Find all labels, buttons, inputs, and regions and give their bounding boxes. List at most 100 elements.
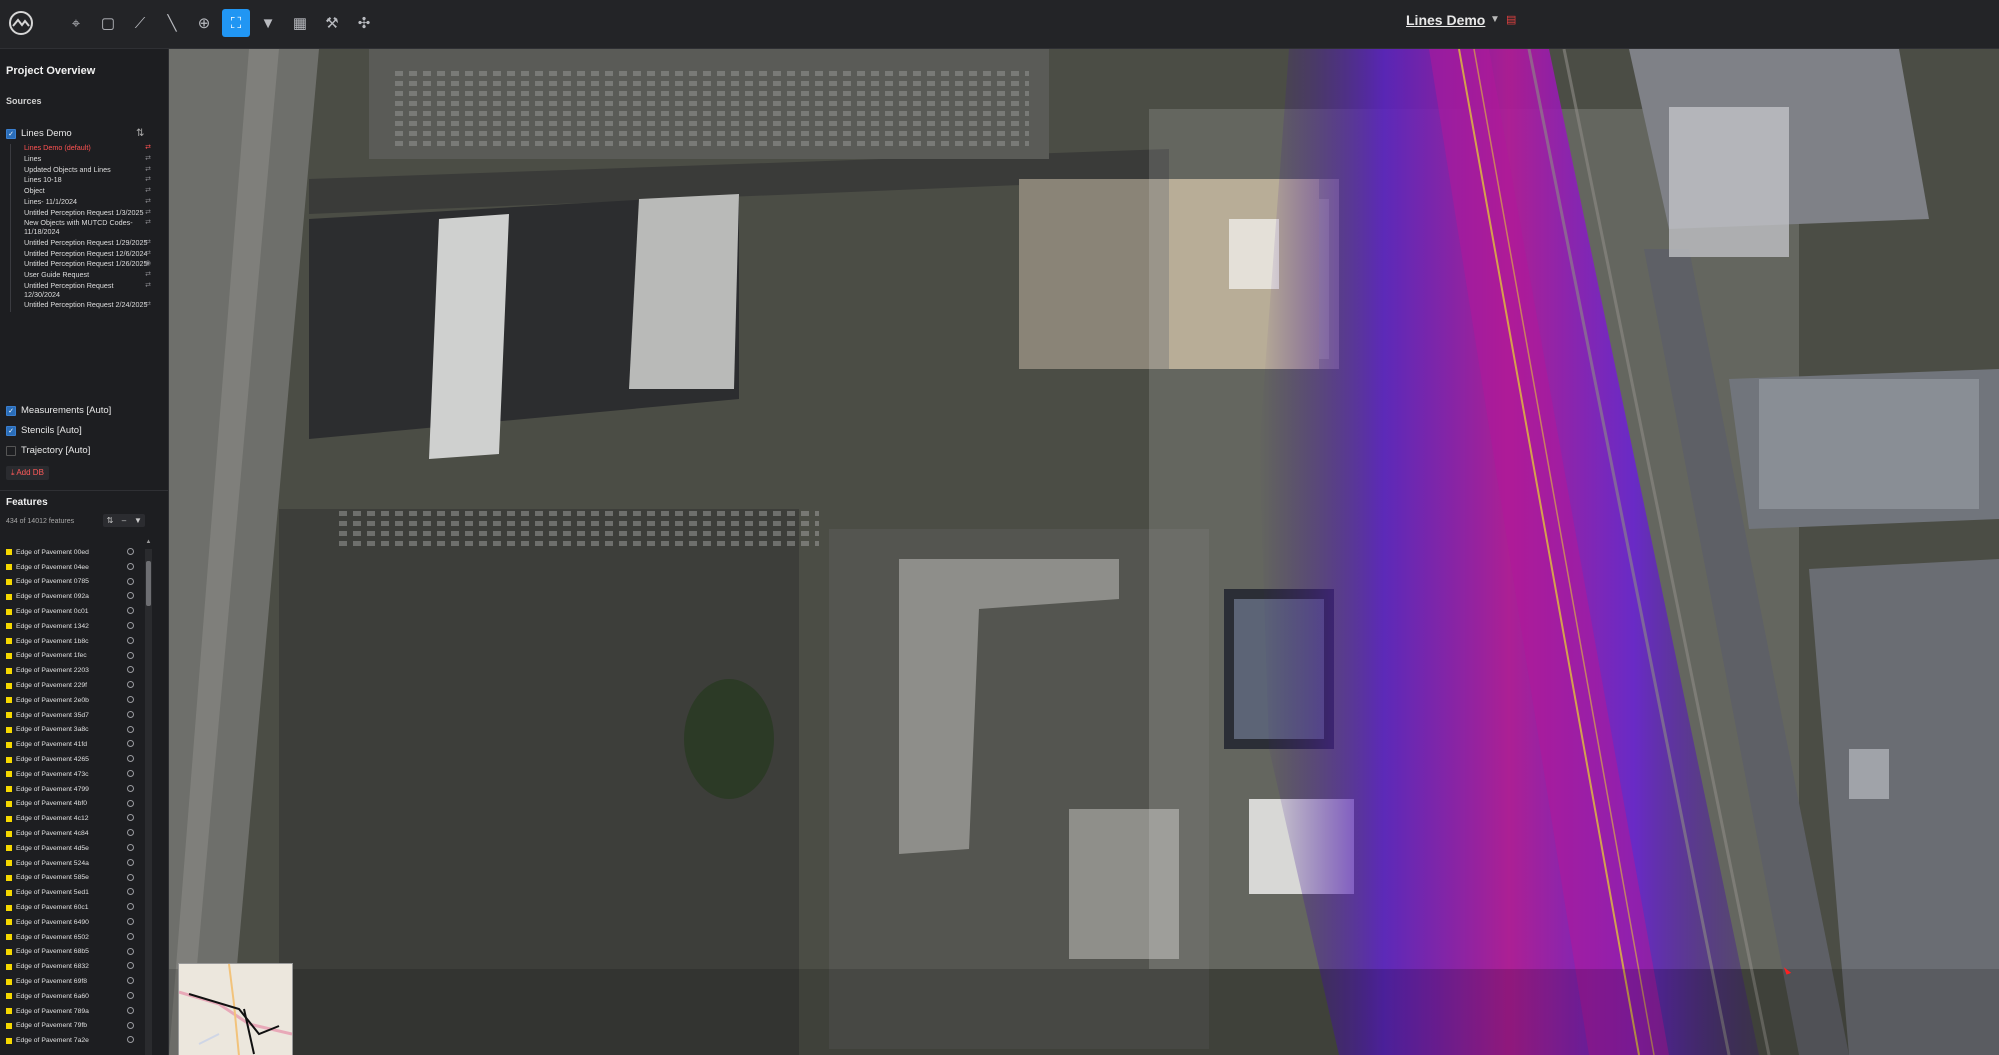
- visibility-icon[interactable]: [127, 725, 134, 733]
- source-trajectory[interactable]: Trajectory [Auto]: [6, 445, 90, 456]
- feature-row[interactable]: Edge of Pavement 4c84: [6, 826, 134, 841]
- scroll-thumb[interactable]: [146, 561, 151, 606]
- visibility-icon[interactable]: [127, 932, 134, 940]
- visibility-icon[interactable]: [127, 607, 134, 615]
- checkbox-icon[interactable]: [6, 445, 16, 456]
- pin-icon[interactable]: ⌖: [62, 9, 90, 37]
- tree-item[interactable]: Lines- 11/1/2024 ⇄: [11, 197, 151, 207]
- feature-row[interactable]: Edge of Pavement 4799: [6, 782, 134, 797]
- visibility-icon[interactable]: [127, 681, 134, 689]
- visibility-icon[interactable]: [127, 666, 134, 674]
- feature-row[interactable]: Edge of Pavement 6832: [6, 959, 134, 974]
- feature-row[interactable]: Edge of Pavement 60c1: [6, 900, 134, 915]
- link-icon[interactable]: ⇄: [145, 144, 151, 153]
- feature-row[interactable]: Edge of Pavement 229f: [6, 678, 134, 693]
- sort-icon[interactable]: ⇅: [103, 514, 117, 527]
- visibility-icon[interactable]: [127, 977, 134, 985]
- feature-row[interactable]: Edge of Pavement 41fd: [6, 737, 134, 752]
- feature-row[interactable]: Edge of Pavement 2203: [6, 663, 134, 678]
- visibility-icon[interactable]: [127, 1006, 134, 1014]
- feature-row[interactable]: Edge of Pavement 00ed: [6, 545, 134, 560]
- map-viewport[interactable]: [169, 49, 1999, 1055]
- project-title[interactable]: Lines Demo: [1406, 12, 1485, 28]
- visibility-icon[interactable]: [127, 755, 134, 763]
- visibility-icon[interactable]: [127, 858, 134, 866]
- visibility-icon[interactable]: [127, 799, 134, 807]
- feature-row[interactable]: Edge of Pavement 585e: [6, 871, 134, 886]
- square-icon[interactable]: ▢: [94, 9, 122, 37]
- visibility-icon[interactable]: [127, 873, 134, 881]
- sort-icon[interactable]: ⇅: [136, 128, 144, 139]
- feature-row[interactable]: Edge of Pavement 35d7: [6, 708, 134, 723]
- tree-item[interactable]: Untitled Perception Request 12/30/2024 ⇄: [11, 281, 151, 299]
- link-icon[interactable]: ⇄: [145, 239, 151, 248]
- feature-row[interactable]: Edge of Pavement 6502: [6, 930, 134, 945]
- tree-item[interactable]: Untitled Perception Request 1/29/2025 ⇄: [11, 238, 151, 248]
- visibility-icon[interactable]: [127, 548, 134, 555]
- checkbox-icon[interactable]: ✓: [6, 128, 16, 139]
- tree-item[interactable]: Lines Demo (default) ⇄: [11, 143, 151, 153]
- grid-icon[interactable]: ▦: [286, 9, 314, 37]
- flashlight-icon[interactable]: ▼: [254, 9, 282, 37]
- feature-row[interactable]: Edge of Pavement 1fec: [6, 649, 134, 664]
- fullscreen-icon[interactable]: ⛶: [222, 9, 250, 37]
- feature-row[interactable]: Edge of Pavement 69f8: [6, 974, 134, 989]
- visibility-icon[interactable]: [127, 829, 134, 837]
- feature-row[interactable]: Edge of Pavement 6a60: [6, 989, 134, 1004]
- visibility-icon[interactable]: [127, 947, 134, 955]
- tree-item[interactable]: Lines ⇄: [11, 154, 151, 164]
- tree-item[interactable]: Updated Objects and Lines ⇄: [11, 165, 151, 175]
- scroll-up-icon[interactable]: ▲: [145, 539, 152, 545]
- feature-row[interactable]: Edge of Pavement 3a8c: [6, 723, 134, 738]
- visibility-icon[interactable]: [127, 814, 134, 822]
- visibility-icon[interactable]: [127, 991, 134, 999]
- feature-row[interactable]: Edge of Pavement 5ed1: [6, 885, 134, 900]
- tree-item[interactable]: Untitled Perception Request 1/3/2025 ⇄: [11, 208, 151, 218]
- feature-row[interactable]: Edge of Pavement 1b8c: [6, 634, 134, 649]
- app-logo-icon[interactable]: [6, 8, 36, 38]
- visibility-icon[interactable]: [127, 621, 134, 629]
- document-icon[interactable]: ▤: [1506, 13, 1516, 26]
- checkbox-icon[interactable]: ✓: [6, 425, 16, 436]
- feature-row[interactable]: Edge of Pavement 4265: [6, 752, 134, 767]
- target-icon[interactable]: ⊕: [190, 9, 218, 37]
- source-stencils[interactable]: ✓ Stencils [Auto]: [6, 425, 82, 436]
- feature-row[interactable]: Edge of Pavement 4c12: [6, 811, 134, 826]
- feature-row[interactable]: Edge of Pavement 0c01: [6, 604, 134, 619]
- link-icon[interactable]: ⇄: [145, 301, 151, 310]
- visibility-icon[interactable]: [127, 651, 134, 659]
- chevron-down-icon[interactable]: ▼: [1490, 14, 1500, 25]
- visibility-icon[interactable]: [127, 1021, 134, 1029]
- eye-icon[interactable]: ◉: [145, 260, 151, 269]
- visibility-icon[interactable]: [127, 769, 134, 777]
- link-icon[interactable]: ⇄: [145, 187, 151, 196]
- link-icon[interactable]: ⇄: [145, 198, 151, 207]
- polyline-icon[interactable]: ⟋: [126, 9, 154, 37]
- feature-row[interactable]: Edge of Pavement 1342: [6, 619, 134, 634]
- source-measurements[interactable]: ✓ Measurements [Auto]: [6, 405, 111, 416]
- visibility-icon[interactable]: [127, 740, 134, 748]
- collapse-icon[interactable]: –: [117, 514, 131, 527]
- drone-icon[interactable]: ✣: [350, 9, 378, 37]
- overview-minimap[interactable]: [178, 963, 293, 1055]
- visibility-icon[interactable]: [127, 636, 134, 644]
- link-icon[interactable]: ⇄: [145, 271, 151, 280]
- feature-row[interactable]: Edge of Pavement 6490: [6, 915, 134, 930]
- link-icon[interactable]: ⇄: [145, 250, 151, 259]
- visibility-icon[interactable]: [127, 843, 134, 851]
- ruler-icon[interactable]: ╲: [158, 9, 186, 37]
- tree-item[interactable]: Untitled Perception Request 1/26/2025 ◉: [11, 260, 151, 269]
- feature-row[interactable]: Edge of Pavement 789a: [6, 1004, 134, 1019]
- feature-row[interactable]: Edge of Pavement 473c: [6, 767, 134, 782]
- feature-row[interactable]: Edge of Pavement 092a: [6, 589, 134, 604]
- visibility-icon[interactable]: [127, 592, 134, 600]
- feature-row[interactable]: Edge of Pavement 79fb: [6, 1019, 134, 1034]
- scrollbar[interactable]: [145, 549, 152, 1055]
- visibility-icon[interactable]: [127, 784, 134, 792]
- visibility-icon[interactable]: [127, 917, 134, 925]
- hammer-icon[interactable]: ⚒: [318, 9, 346, 37]
- visibility-icon[interactable]: [127, 562, 134, 570]
- visibility-icon[interactable]: [127, 577, 134, 585]
- link-icon[interactable]: ⇄: [145, 166, 151, 175]
- link-icon[interactable]: ⇄: [145, 219, 151, 228]
